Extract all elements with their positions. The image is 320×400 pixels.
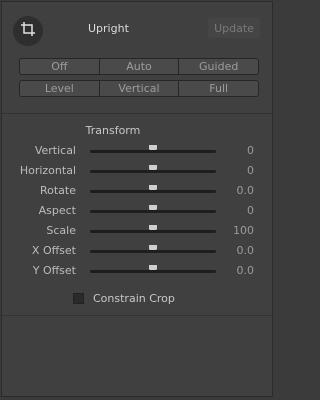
slider-label: X Offset bbox=[31, 244, 76, 257]
slider-thumb[interactable] bbox=[149, 245, 157, 250]
slider-label: Scale bbox=[46, 224, 76, 237]
slider-row-scale: Scale 100 bbox=[2, 221, 272, 241]
slider-track[interactable] bbox=[90, 205, 216, 213]
transform-section-title: Transform bbox=[85, 124, 141, 137]
panel-header: Upright Update bbox=[2, 2, 272, 48]
slider-thumb[interactable] bbox=[149, 205, 157, 210]
slider-row-vertical: Vertical 0 bbox=[2, 141, 272, 161]
constrain-crop-label: Constrain Crop bbox=[93, 292, 175, 305]
slider-row-aspect: Aspect 0 bbox=[2, 201, 272, 221]
upright-off-button[interactable]: Off bbox=[19, 58, 99, 75]
slider-track[interactable] bbox=[90, 265, 216, 273]
slider-label: Y Offset bbox=[32, 264, 76, 277]
upright-level-button[interactable]: Level bbox=[19, 80, 99, 97]
slider-row-x-offset: X Offset 0.0 bbox=[2, 241, 272, 261]
upright-vertical-button[interactable]: Vertical bbox=[98, 80, 179, 97]
slider-label: Aspect bbox=[38, 204, 76, 217]
slider-label: Vertical bbox=[34, 144, 76, 157]
update-button[interactable]: Update bbox=[208, 18, 260, 38]
slider-label: Rotate bbox=[39, 184, 76, 197]
upright-title: Upright bbox=[88, 22, 129, 35]
slider-track[interactable] bbox=[90, 145, 216, 153]
slider-value[interactable]: 0.0 bbox=[237, 264, 255, 277]
slider-track[interactable] bbox=[90, 225, 216, 233]
slider-value[interactable]: 0.0 bbox=[237, 244, 255, 257]
slider-value[interactable]: 0 bbox=[247, 164, 254, 177]
slider-row-rotate: Rotate 0.0 bbox=[2, 181, 272, 201]
slider-thumb[interactable] bbox=[149, 145, 157, 150]
section-divider bbox=[2, 113, 272, 114]
slider-track[interactable] bbox=[90, 165, 216, 173]
slider-row-y-offset: Y Offset 0.0 bbox=[2, 261, 272, 281]
upright-full-button[interactable]: Full bbox=[178, 80, 260, 97]
slider-thumb[interactable] bbox=[149, 165, 157, 170]
upright-guided-button[interactable]: Guided bbox=[178, 58, 260, 75]
constrain-crop-checkbox[interactable] bbox=[73, 293, 84, 304]
upright-auto-button[interactable]: Auto bbox=[98, 58, 179, 75]
constrain-crop-option[interactable]: Constrain Crop bbox=[73, 292, 175, 305]
slider-label: Horizontal bbox=[19, 164, 76, 177]
slider-thumb[interactable] bbox=[149, 225, 157, 230]
slider-thumb[interactable] bbox=[149, 185, 157, 190]
slider-value[interactable]: 100 bbox=[233, 224, 254, 237]
crop-icon bbox=[20, 21, 36, 41]
slider-thumb[interactable] bbox=[149, 265, 157, 270]
upright-mode-row-1: Off Auto Guided bbox=[19, 58, 260, 75]
section-divider bbox=[2, 315, 272, 316]
slider-track[interactable] bbox=[90, 185, 216, 193]
slider-row-horizontal: Horizontal 0 bbox=[2, 161, 272, 181]
transform-panel: Upright Update Off Auto Guided Level Ver… bbox=[1, 1, 273, 397]
slider-value[interactable]: 0 bbox=[247, 204, 254, 217]
slider-track[interactable] bbox=[90, 245, 216, 253]
upright-mode-row-2: Level Vertical Full bbox=[19, 80, 260, 97]
slider-value[interactable]: 0.0 bbox=[237, 184, 255, 197]
crop-tool-button[interactable] bbox=[13, 16, 43, 46]
slider-value[interactable]: 0 bbox=[247, 144, 254, 157]
